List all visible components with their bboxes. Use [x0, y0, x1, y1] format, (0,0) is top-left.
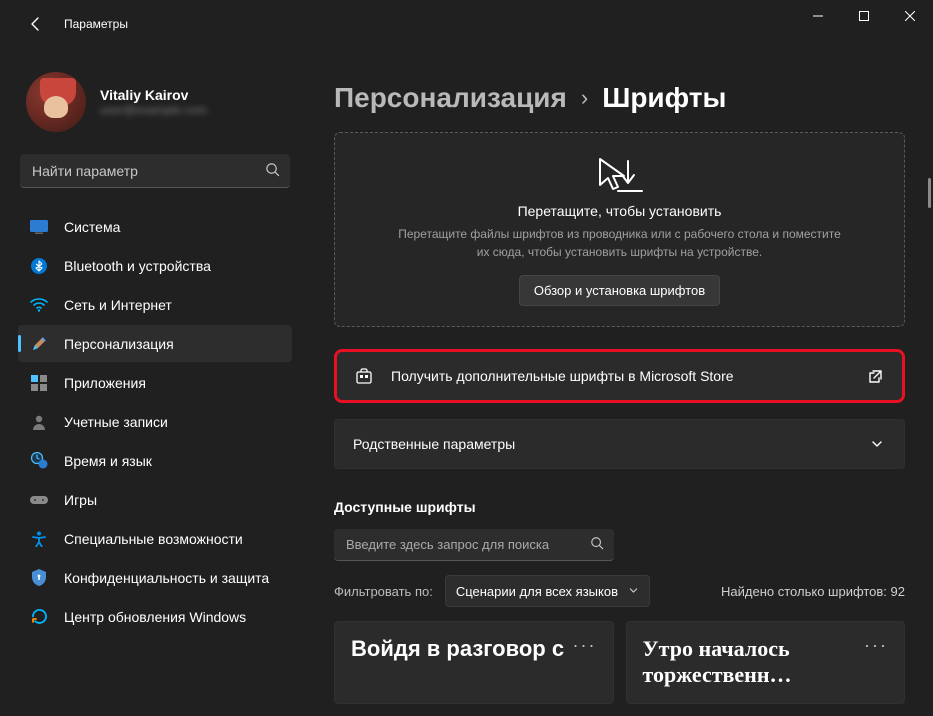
maximize-icon — [859, 11, 869, 21]
sidebar-item-label: Учетные записи — [64, 414, 168, 430]
font-search-input[interactable] — [346, 537, 590, 552]
get-fonts-store-card[interactable]: Получить дополнительные шрифты в Microso… — [334, 349, 905, 403]
maximize-button[interactable] — [841, 0, 887, 32]
breadcrumb: Персонализация › Шрифты — [334, 48, 905, 132]
font-card[interactable]: Утро началось торжественн… ··· — [626, 621, 906, 704]
content: Персонализация › Шрифты Перетащите, чтоб… — [310, 48, 933, 716]
font-sample-text: Войдя в разговор с — [351, 636, 565, 662]
search-field[interactable] — [20, 154, 290, 188]
sidebar-item-label: Приложения — [64, 375, 146, 391]
sidebar-item-privacy[interactable]: Конфиденциальность и защита — [18, 559, 292, 596]
clock-globe-icon — [30, 452, 48, 470]
sidebar-item-label: Специальные возможности — [64, 531, 243, 547]
fonts-found-count: Найдено столько шрифтов: 92 — [721, 584, 905, 599]
sidebar-item-accounts[interactable]: Учетные записи — [18, 403, 292, 440]
search-icon — [265, 162, 280, 180]
font-drop-zone[interactable]: Перетащите, чтобы установить Перетащите … — [334, 132, 905, 327]
breadcrumb-current: Шрифты — [602, 82, 726, 114]
more-icon[interactable]: ··· — [864, 636, 888, 654]
available-fonts-title: Доступные шрифты — [334, 499, 905, 515]
font-search-field[interactable] — [334, 529, 614, 561]
store-icon — [355, 367, 373, 385]
related-settings-card[interactable]: Родственные параметры — [334, 419, 905, 469]
accessibility-icon — [30, 530, 48, 548]
avatar — [26, 72, 86, 132]
close-button[interactable] — [887, 0, 933, 32]
search-input[interactable] — [32, 163, 265, 179]
close-icon — [905, 11, 915, 21]
sidebar-item-network[interactable]: Сеть и Интернет — [18, 286, 292, 323]
dropzone-title: Перетащите, чтобы установить — [395, 203, 844, 219]
sidebar-item-label: Центр обновления Windows — [64, 609, 246, 625]
filter-label: Фильтровать по: — [334, 584, 433, 599]
update-icon — [30, 608, 48, 626]
store-card-label: Получить дополнительные шрифты в Microso… — [391, 368, 848, 384]
browse-install-fonts-button[interactable]: Обзор и установка шрифтов — [519, 275, 720, 306]
nav: Система Bluetooth и устройства Сеть и Ин… — [8, 196, 302, 635]
drag-cursor-icon — [594, 153, 646, 197]
chevron-right-icon: › — [581, 85, 588, 111]
font-cards-row: Войдя в разговор с ··· Утро началось тор… — [334, 621, 905, 704]
shield-icon — [30, 569, 48, 587]
sidebar-item-apps[interactable]: Приложения — [18, 364, 292, 401]
scroll-thumb[interactable] — [928, 178, 931, 208]
sidebar-item-personalization[interactable]: Персонализация — [18, 325, 292, 362]
more-icon[interactable]: ··· — [573, 636, 597, 654]
sidebar-item-label: Сеть и Интернет — [64, 297, 172, 313]
filter-scripts-select[interactable]: Сценарии для всех языков — [445, 575, 650, 607]
sidebar-item-system[interactable]: Система — [18, 208, 292, 245]
user-block[interactable]: Vitaliy Kairov user@example.com — [8, 48, 302, 154]
related-card-label: Родственные параметры — [353, 436, 850, 452]
font-sample-text: Утро началось торжественн… — [643, 636, 857, 689]
font-card[interactable]: Войдя в разговор с ··· — [334, 621, 614, 704]
minimize-button[interactable] — [795, 0, 841, 32]
sidebar-item-label: Время и язык — [64, 453, 152, 469]
breadcrumb-parent[interactable]: Персонализация — [334, 82, 567, 114]
chevron-down-icon — [628, 584, 639, 599]
sidebar-item-label: Персонализация — [64, 336, 174, 352]
sidebar-item-bluetooth[interactable]: Bluetooth и устройства — [18, 247, 292, 284]
user-name: Vitaliy Kairov — [100, 87, 207, 103]
sidebar-item-update[interactable]: Центр обновления Windows — [18, 598, 292, 635]
back-button[interactable] — [20, 8, 52, 40]
sidebar-item-accessibility[interactable]: Специальные возможности — [18, 520, 292, 557]
sidebar-item-label: Конфиденциальность и защита — [64, 570, 269, 586]
titlebar: Параметры — [0, 0, 933, 48]
sidebar-item-label: Игры — [64, 492, 97, 508]
dropzone-subtitle: Перетащите файлы шрифтов из проводника и… — [395, 225, 844, 261]
arrow-left-icon — [28, 16, 44, 32]
bluetooth-icon — [30, 257, 48, 275]
search-icon — [590, 536, 604, 553]
minimize-icon — [813, 11, 823, 21]
sidebar-item-time[interactable]: Время и язык — [18, 442, 292, 479]
sidebar-item-label: Система — [64, 219, 120, 235]
sidebar-item-label: Bluetooth и устройства — [64, 258, 211, 274]
chevron-down-icon — [868, 435, 886, 453]
user-email: user@example.com — [100, 103, 207, 117]
sidebar-item-games[interactable]: Игры — [18, 481, 292, 518]
monitor-icon — [30, 218, 48, 236]
app-title: Параметры — [64, 17, 128, 31]
vertical-scrollbar[interactable] — [925, 178, 931, 708]
person-icon — [30, 413, 48, 431]
wifi-icon — [30, 296, 48, 314]
paintbrush-icon — [30, 335, 48, 353]
sidebar: Vitaliy Kairov user@example.com Система … — [0, 48, 310, 716]
window-controls — [795, 0, 933, 48]
filter-value: Сценарии для всех языков — [456, 584, 618, 599]
apps-icon — [30, 374, 48, 392]
external-link-icon — [866, 367, 884, 385]
gamepad-icon — [30, 491, 48, 509]
